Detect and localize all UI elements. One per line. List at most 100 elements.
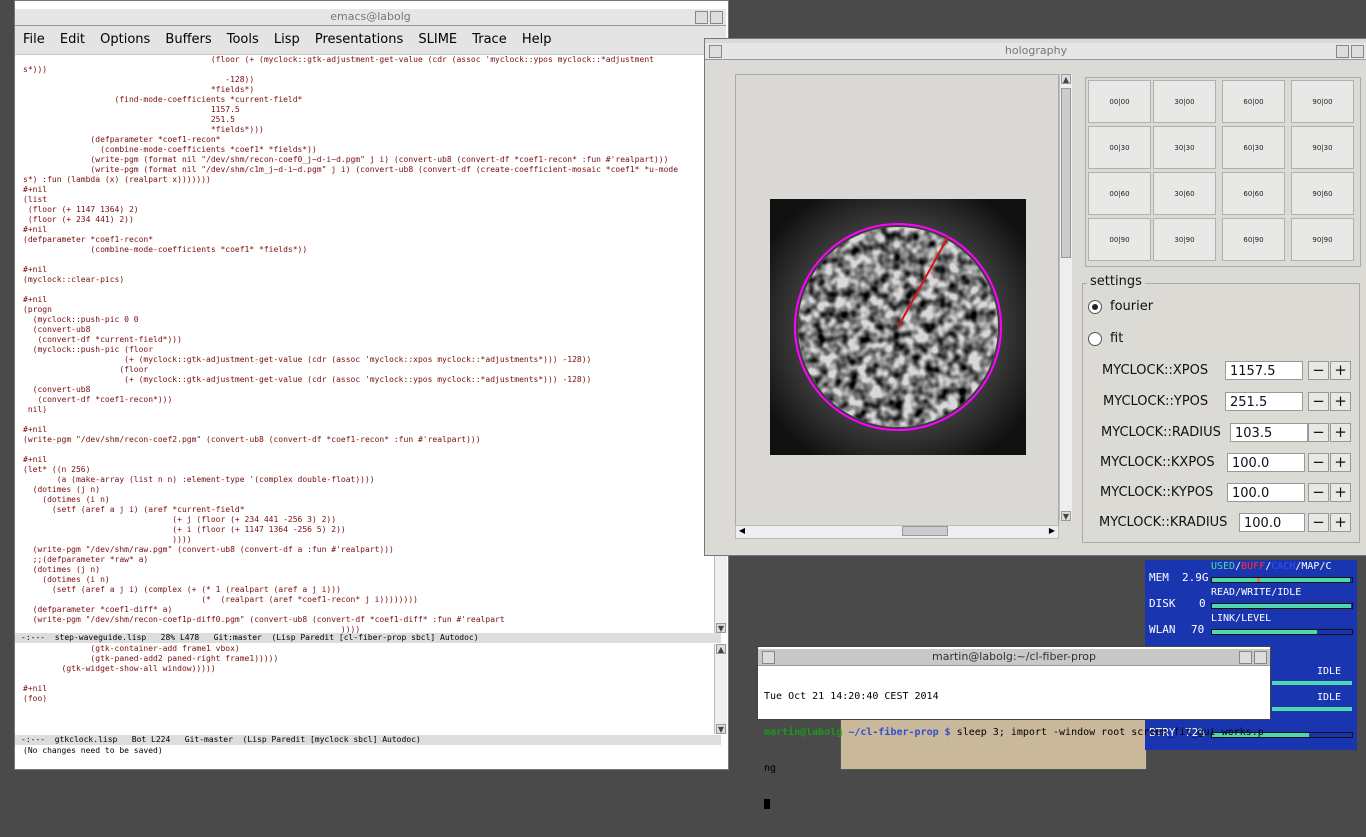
- grid-button[interactable]: 00|30: [1088, 126, 1151, 169]
- scroll-up-arrow-icon[interactable]: ▲: [1061, 74, 1071, 84]
- scroll-left-arrow-icon[interactable]: ◀: [737, 526, 747, 536]
- minimize-button[interactable]: [695, 11, 708, 24]
- wlan-bar-fill: [1212, 630, 1317, 634]
- code-line: (write-pgm (format nil "/dev/shm/recon-c…: [23, 155, 669, 164]
- code-line: 251.5: [23, 115, 235, 124]
- radio-fit[interactable]: [1088, 332, 1102, 346]
- viewport-hscroll[interactable]: ◀ ▶: [735, 525, 1059, 539]
- code-line: (dotimes (i n): [23, 495, 110, 504]
- grid-button[interactable]: 30|90: [1153, 218, 1216, 261]
- image-viewport[interactable]: [735, 74, 1059, 527]
- param-radius-label: MYCLOCK::RADIUS: [1101, 425, 1221, 440]
- code-line: (list: [23, 195, 48, 204]
- code-line: (gtk-container-add frame1 vbox): [23, 644, 240, 653]
- param-kxpos-increment-button[interactable]: +: [1330, 453, 1351, 472]
- radio-fit-label[interactable]: fit: [1110, 331, 1123, 346]
- code-line: (write-pgm "/dev/shm/recon-coef1p-diff0.…: [23, 615, 505, 624]
- grid-button[interactable]: 00|00: [1088, 80, 1151, 123]
- param-kypos-decrement-button[interactable]: −: [1308, 483, 1329, 502]
- minimize-button[interactable]: [1336, 45, 1349, 58]
- code-line: (defparameter *coef1-recon*: [23, 235, 154, 244]
- param-radius-input[interactable]: 103.5: [1230, 423, 1308, 442]
- param-radius-increment-button[interactable]: +: [1330, 423, 1351, 442]
- window-menu-button[interactable]: [709, 45, 722, 58]
- param-kradius-increment-button[interactable]: +: [1330, 513, 1351, 532]
- menu-edit[interactable]: Edit: [58, 26, 87, 54]
- param-xpos-decrement-button[interactable]: −: [1308, 361, 1329, 380]
- menu-help[interactable]: Help: [520, 26, 554, 54]
- param-kypos-increment-button[interactable]: +: [1330, 483, 1351, 502]
- param-kradius-input[interactable]: 100.0: [1239, 513, 1305, 532]
- param-xpos-input[interactable]: 1157.5: [1225, 361, 1303, 380]
- code-line: (progn: [23, 305, 52, 314]
- code-buffer[interactable]: (floor (+ (myclock::gtk-adjustment-get-v…: [23, 55, 703, 633]
- menu-lisp[interactable]: Lisp: [272, 26, 302, 54]
- grid-button[interactable]: 00|60: [1088, 172, 1151, 215]
- menu-tools[interactable]: Tools: [225, 26, 261, 54]
- code-buffer-bottom[interactable]: (gtk-container-add frame1 vbox) (gtk-pan…: [23, 644, 703, 734]
- grid-button[interactable]: 00|90: [1088, 218, 1151, 261]
- vscroll-thumb[interactable]: [1061, 88, 1071, 258]
- code2-scrollbar[interactable]: ▲ ▼: [714, 644, 727, 734]
- viewport-vscroll[interactable]: ▲ ▼: [1059, 74, 1072, 521]
- code-line: (convert-ub8: [23, 385, 91, 394]
- maximize-button[interactable]: [710, 11, 723, 24]
- holography-titlebar[interactable]: holography: [705, 43, 1366, 60]
- emacs-window: emacs@labolg File Edit Options Buffers T…: [14, 0, 729, 770]
- grid-button[interactable]: 60|90: [1222, 218, 1285, 261]
- radio-fourier[interactable]: [1088, 300, 1102, 314]
- grid-button[interactable]: 30|00: [1153, 80, 1216, 123]
- terminal-window: martin@labolg:~/cl-fiber-prop Tue Oct 21…: [757, 646, 1271, 809]
- scroll-up-arrow-icon[interactable]: ▲: [716, 644, 726, 654]
- param-kxpos-input[interactable]: 100.0: [1227, 453, 1305, 472]
- code-line: (* (realpart (aref *coef1-recon* j i))))…: [23, 595, 418, 604]
- scroll-down-arrow-icon[interactable]: ▼: [1061, 511, 1071, 521]
- wlan-value: 70: [1191, 623, 1205, 636]
- terminal-titlebar[interactable]: martin@labolg:~/cl-fiber-prop: [758, 649, 1270, 666]
- scroll-right-arrow-icon[interactable]: ▶: [1047, 526, 1057, 536]
- param-xpos-increment-button[interactable]: +: [1330, 361, 1351, 380]
- param-xpos-label: MYCLOCK::XPOS: [1102, 363, 1209, 378]
- menu-file[interactable]: File: [21, 26, 47, 54]
- code-line: #+nil: [23, 425, 48, 434]
- menu-presentations[interactable]: Presentations: [313, 26, 405, 54]
- grid-button[interactable]: 90|30: [1291, 126, 1354, 169]
- maximize-button[interactable]: [1351, 45, 1364, 58]
- terminal-output[interactable]: Tue Oct 21 14:20:40 CEST 2014 martin@lab…: [764, 667, 1264, 837]
- grid-button[interactable]: 30|30: [1153, 126, 1216, 169]
- grid-button[interactable]: 60|30: [1222, 126, 1285, 169]
- param-kxpos-decrement-button[interactable]: −: [1308, 453, 1329, 472]
- menu-options[interactable]: Options: [98, 26, 152, 54]
- radio-fourier-label[interactable]: fourier: [1110, 299, 1153, 314]
- grid-button[interactable]: 30|60: [1153, 172, 1216, 215]
- code-line: 1157.5: [23, 105, 240, 114]
- grid-button[interactable]: 60|00: [1222, 80, 1285, 123]
- menu-trace[interactable]: Trace: [470, 26, 509, 54]
- scroll-down-arrow-icon[interactable]: ▼: [716, 724, 726, 734]
- code-line: (convert-ub8: [23, 325, 91, 334]
- hologram-image[interactable]: [770, 199, 1026, 455]
- code-line: (convert-df *current-field*))): [23, 335, 182, 344]
- scroll-down-arrow-icon[interactable]: ▼: [716, 623, 726, 633]
- param-kradius-decrement-button[interactable]: −: [1308, 513, 1329, 532]
- terminal-command: sleep 3; import -window root screen_fit_…: [950, 727, 1264, 738]
- grid-button[interactable]: 90|60: [1291, 172, 1354, 215]
- modeline-bottom: -:--- gtkclock.lisp Bot L224 Git-master …: [15, 735, 721, 745]
- param-ypos-input[interactable]: 251.5: [1225, 392, 1303, 411]
- param-ypos-increment-button[interactable]: +: [1330, 392, 1351, 411]
- menu-buffers[interactable]: Buffers: [163, 26, 213, 54]
- maximize-button[interactable]: [1254, 651, 1267, 664]
- param-kypos-input[interactable]: 100.0: [1227, 483, 1305, 502]
- param-ypos-decrement-button[interactable]: −: [1308, 392, 1329, 411]
- minimize-button[interactable]: [1239, 651, 1252, 664]
- code-line: (a (make-array (list n n) :element-type …: [23, 475, 375, 484]
- hscroll-thumb[interactable]: [902, 526, 948, 536]
- emacs-titlebar[interactable]: emacs@labolg: [15, 9, 726, 26]
- grid-button[interactable]: 90|00: [1291, 80, 1354, 123]
- param-radius-decrement-button[interactable]: −: [1308, 423, 1329, 442]
- window-menu-button[interactable]: [762, 651, 775, 664]
- grid-button[interactable]: 90|90: [1291, 218, 1354, 261]
- grid-button[interactable]: 60|60: [1222, 172, 1285, 215]
- menu-slime[interactable]: SLIME: [416, 26, 459, 54]
